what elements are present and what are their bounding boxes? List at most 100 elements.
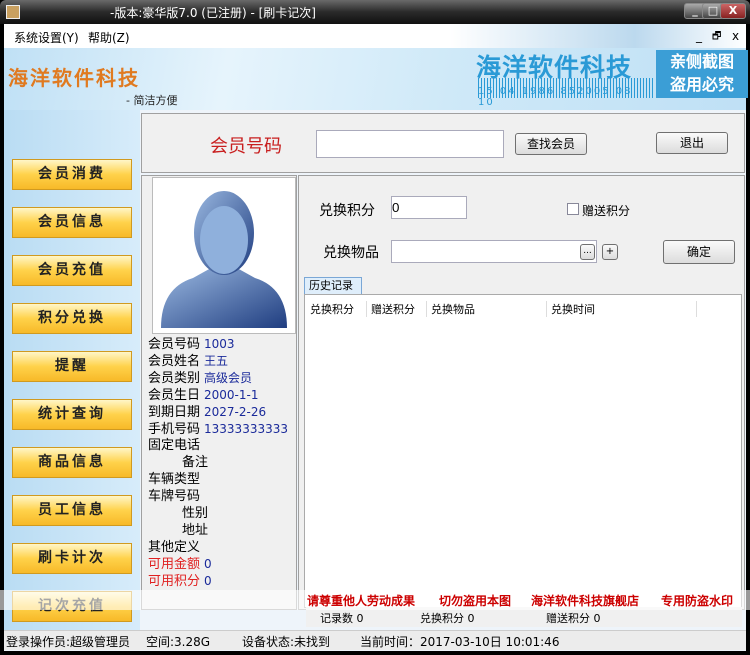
- member-field: 会员姓名 王五: [148, 353, 228, 370]
- stamp-line: 盗用必究: [669, 75, 734, 94]
- exchange-item-input[interactable]: [391, 240, 597, 263]
- mdi-close-button[interactable]: x: [732, 29, 739, 43]
- member-field: 手机号码 13333333333: [148, 421, 288, 438]
- menu-bar: 系统设置(Y) 帮助(Z) _ 🗗 x: [4, 24, 746, 48]
- member-field-label: 会员姓名: [148, 353, 201, 369]
- member-field-label: 性别: [181, 506, 208, 521]
- watermark-text: 请尊重他人劳动成果: [307, 594, 416, 608]
- watermark-text: 专用防盗水印: [661, 594, 734, 608]
- member-field-label: 会员号码: [148, 337, 201, 352]
- member-field: 性别: [148, 505, 212, 522]
- member-field: 备注: [148, 454, 212, 471]
- gift-points-label: 赠送积分: [582, 204, 631, 218]
- member-field-value: 13333333333: [204, 421, 288, 436]
- exit-button[interactable]: 退出: [656, 132, 728, 154]
- member-field: 可用积分 0: [148, 573, 212, 590]
- find-member-button[interactable]: 查找会员: [515, 133, 587, 155]
- column-header[interactable]: 兑换物品: [427, 301, 547, 317]
- member-field: 会员生日 2000-1-1: [148, 387, 258, 404]
- member-field: 可用金额 0: [148, 556, 212, 573]
- sidebar-button[interactable]: 员工信息: [12, 495, 132, 526]
- member-field-label: 地址: [181, 522, 208, 538]
- stamp-line: 亲侧截图: [669, 52, 734, 71]
- watermark-stamp: 亲侧截图 盗用必究: [656, 50, 748, 98]
- mdi-minimize-button[interactable]: _: [696, 29, 702, 43]
- member-field: 到期日期 2027-2-26: [148, 404, 266, 421]
- member-field-label: 可用金额: [148, 556, 201, 572]
- confirm-button[interactable]: 确定: [663, 240, 735, 264]
- history-table: [304, 294, 742, 608]
- exchange-points-label: 兑换积分: [319, 203, 375, 219]
- app-icon: [6, 5, 20, 19]
- browse-item-button[interactable]: ...: [580, 244, 595, 260]
- member-field-label: 会员类别: [148, 370, 201, 386]
- status-device: 设备状态:未找到: [242, 635, 331, 649]
- watermark-text: 海洋软件科技旗舰店: [531, 594, 640, 608]
- column-header[interactable]: 兑换时间: [547, 301, 697, 317]
- exchange-points-input[interactable]: [391, 196, 467, 219]
- banner: 海洋软件科技 - 简洁方便 海洋软件科技 15 04 1986 852005 0…: [4, 48, 748, 110]
- sidebar-button[interactable]: 积分兑换: [12, 303, 132, 334]
- status-bar: 登录操作员:超级管理员 空间:3.28G 设备状态:未找到 当前时间：2017-…: [4, 630, 746, 650]
- sidebar-button[interactable]: 刷卡计次: [12, 543, 132, 574]
- status-time: 当前时间：2017-03-10日 10:01:46: [360, 635, 560, 649]
- title-bar: -版本:豪华版7.0 (已注册) - [刷卡记次] _ □ X: [0, 0, 750, 24]
- member-field-label: 手机号码: [148, 421, 201, 437]
- menu-system-settings[interactable]: 系统设置(Y): [14, 29, 79, 46]
- status-space: 空间:3.28G: [146, 635, 211, 649]
- member-field: 会员号码 1003: [148, 336, 235, 353]
- member-field-value: 2027-2-26: [204, 404, 267, 419]
- column-header[interactable]: 赠送积分: [367, 301, 427, 317]
- member-field-value: 王五: [204, 353, 229, 368]
- sidebar-button[interactable]: 提醒: [12, 351, 132, 382]
- member-field-label: 固定电话: [148, 438, 201, 454]
- member-field-value: 0: [204, 573, 212, 588]
- sidebar-button[interactable]: 商品信息: [12, 447, 132, 478]
- record-count: 记录数 0: [320, 612, 364, 625]
- menu-help[interactable]: 帮助(Z): [88, 29, 130, 46]
- barcode: 15 04 1986 852005 08 10: [478, 78, 654, 108]
- member-field: 会员类别 高级会员: [148, 370, 252, 387]
- tab-history[interactable]: 历史记录: [304, 277, 362, 294]
- member-field-label: 其他定义: [148, 539, 201, 555]
- member-field-label: 会员生日: [148, 387, 201, 403]
- logo-text: 海洋软件科技: [8, 66, 140, 90]
- member-field-label: 车辆类型: [148, 472, 201, 488]
- sidebar-button[interactable]: 统计查询: [12, 399, 132, 430]
- add-item-button[interactable]: +: [602, 244, 618, 260]
- sidebar-button[interactable]: 会员充值: [12, 255, 132, 286]
- member-field-value: 1003: [204, 337, 235, 351]
- member-field: 车牌号码: [148, 488, 204, 505]
- member-number-label: 会员号码: [210, 136, 282, 157]
- window-title: -版本:豪华版7.0 (已注册) - [刷卡记次]: [110, 6, 316, 20]
- member-field: 固定电话: [148, 437, 204, 454]
- member-field-value: 0: [204, 556, 212, 571]
- total-gift-points: 赠送积分 0: [546, 612, 601, 625]
- total-exchange-points: 兑换积分 0: [420, 612, 475, 625]
- column-header[interactable]: 兑换积分: [306, 301, 367, 317]
- close-button[interactable]: X: [720, 3, 746, 19]
- watermark-strip: 请尊重他人劳动成果 切勿盗用本图 海洋软件科技旗舰店 专用防盗水印: [0, 590, 750, 610]
- member-field-label: 备注: [181, 455, 208, 471]
- exchange-panel: 兑换积分 赠送积分 兑换物品 ... + 确定 历史记录: [298, 175, 745, 610]
- member-number-input[interactable]: [316, 130, 504, 158]
- member-field-label: 到期日期: [148, 404, 201, 420]
- member-field: 地址: [148, 522, 212, 539]
- watermark-text: 切勿盗用本图: [439, 594, 512, 608]
- avatar-icon: [161, 191, 287, 328]
- exchange-item-label: 兑换物品: [323, 245, 379, 261]
- mdi-restore-button[interactable]: 🗗: [712, 29, 721, 46]
- slogan: - 简洁方便: [126, 94, 178, 107]
- sidebar-button[interactable]: 会员信息: [12, 207, 132, 238]
- member-field: 其他定义: [148, 539, 204, 556]
- member-field-value: 2000-1-1: [204, 387, 259, 402]
- search-panel: 会员号码 查找会员 退出: [141, 113, 745, 173]
- member-field-value: 高级会员: [204, 370, 253, 385]
- sidebar-button[interactable]: 会员消费: [12, 159, 132, 190]
- status-operator: 登录操作员:超级管理员: [6, 635, 131, 649]
- gift-points-checkbox[interactable]: [567, 203, 579, 215]
- history-summary: 记录数 0 兑换积分 0 赠送积分 0: [306, 607, 742, 627]
- member-field-label: 可用积分: [148, 573, 201, 589]
- member-photo: [152, 177, 296, 334]
- member-field-label: 车牌号码: [148, 489, 201, 505]
